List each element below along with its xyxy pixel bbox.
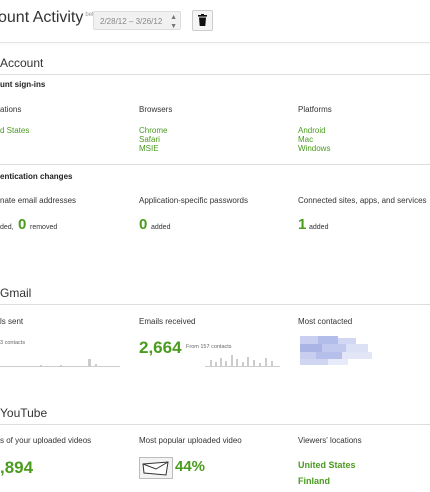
locations-title: ations — [0, 105, 22, 114]
video-views-count[interactable]: ,894 — [0, 458, 33, 478]
browser-link-chrome[interactable]: Chrome — [139, 126, 167, 135]
viewer-location-finland[interactable]: Finland — [298, 476, 330, 486]
app-passwords-count[interactable]: 0 — [139, 216, 147, 233]
delete-button[interactable] — [192, 10, 213, 31]
popular-video-title: Most popular uploaded video — [139, 436, 242, 445]
emails-received-count[interactable]: 2,664 — [139, 338, 182, 358]
alternate-email-removed-label: removed — [30, 224, 58, 231]
platform-link-windows[interactable]: Windows — [298, 144, 330, 153]
date-range-value: 2/28/12 – 3/26/12 — [100, 17, 163, 26]
browsers-title: Browsers — [139, 105, 173, 114]
app-passwords-title: Application-specific passwords — [139, 196, 248, 205]
emails-sent-contacts: 3 contacts — [0, 340, 26, 346]
top-bar: ount Activity beta 2/28/12 – 3/26/12 ▲ ▼ — [0, 0, 430, 43]
divider — [0, 304, 430, 305]
divider — [0, 424, 430, 425]
emails-sent-title: ls sent — [0, 317, 24, 326]
divider — [0, 74, 430, 75]
platforms-title: Platforms — [298, 105, 332, 114]
location-link[interactable]: d States — [0, 126, 29, 135]
browser-link-safari[interactable]: Safari — [139, 135, 160, 144]
date-range-select[interactable]: 2/28/12 – 3/26/12 ▲ ▼ — [93, 11, 181, 30]
gmail-section-title: Gmail — [0, 286, 32, 300]
alternate-email-removed-count[interactable]: 0 — [18, 216, 26, 233]
emails-sent-sparkline — [0, 359, 120, 367]
most-contacted-title: Most contacted — [298, 317, 353, 326]
up-down-stepper-icon[interactable]: ▲ ▼ — [170, 12, 177, 31]
connected-sites-count[interactable]: 1 — [298, 216, 306, 233]
trash-icon — [198, 14, 207, 26]
popular-video-percent: 44% — [175, 458, 206, 475]
emails-received-title: Emails received — [139, 317, 196, 326]
emails-received-from: From 157 contacts — [186, 344, 232, 350]
account-section-title: Account — [0, 56, 44, 70]
alternate-email-added: ded, — [0, 224, 14, 231]
auth-changes-subtitle: entication changes — [0, 172, 73, 181]
envelope-thumbnail-icon — [142, 461, 169, 476]
browser-link-msie[interactable]: MSIE — [139, 144, 159, 153]
divider — [0, 164, 430, 165]
viewers-locations-title: Viewers' locations — [298, 436, 362, 445]
most-contacted-blurred-names — [300, 336, 372, 365]
app-passwords-label: added — [151, 224, 171, 231]
youtube-section-title: YouTube — [0, 406, 48, 420]
alternate-email-title: nate email addresses — [0, 196, 77, 205]
platform-link-android[interactable]: Android — [298, 126, 326, 135]
page-title: ount Activity beta — [0, 9, 98, 26]
platform-link-mac[interactable]: Mac — [298, 135, 313, 144]
connected-sites-title: Connected sites, apps, and services — [298, 196, 427, 205]
signins-subtitle: unt sign-ins — [0, 80, 46, 89]
emails-received-sparkline — [205, 355, 280, 367]
video-thumbnail[interactable] — [139, 457, 173, 479]
video-views-title: s of your uploaded videos — [0, 436, 92, 445]
connected-sites-label: added — [309, 224, 329, 231]
viewer-location-united-states[interactable]: United States — [298, 460, 356, 470]
